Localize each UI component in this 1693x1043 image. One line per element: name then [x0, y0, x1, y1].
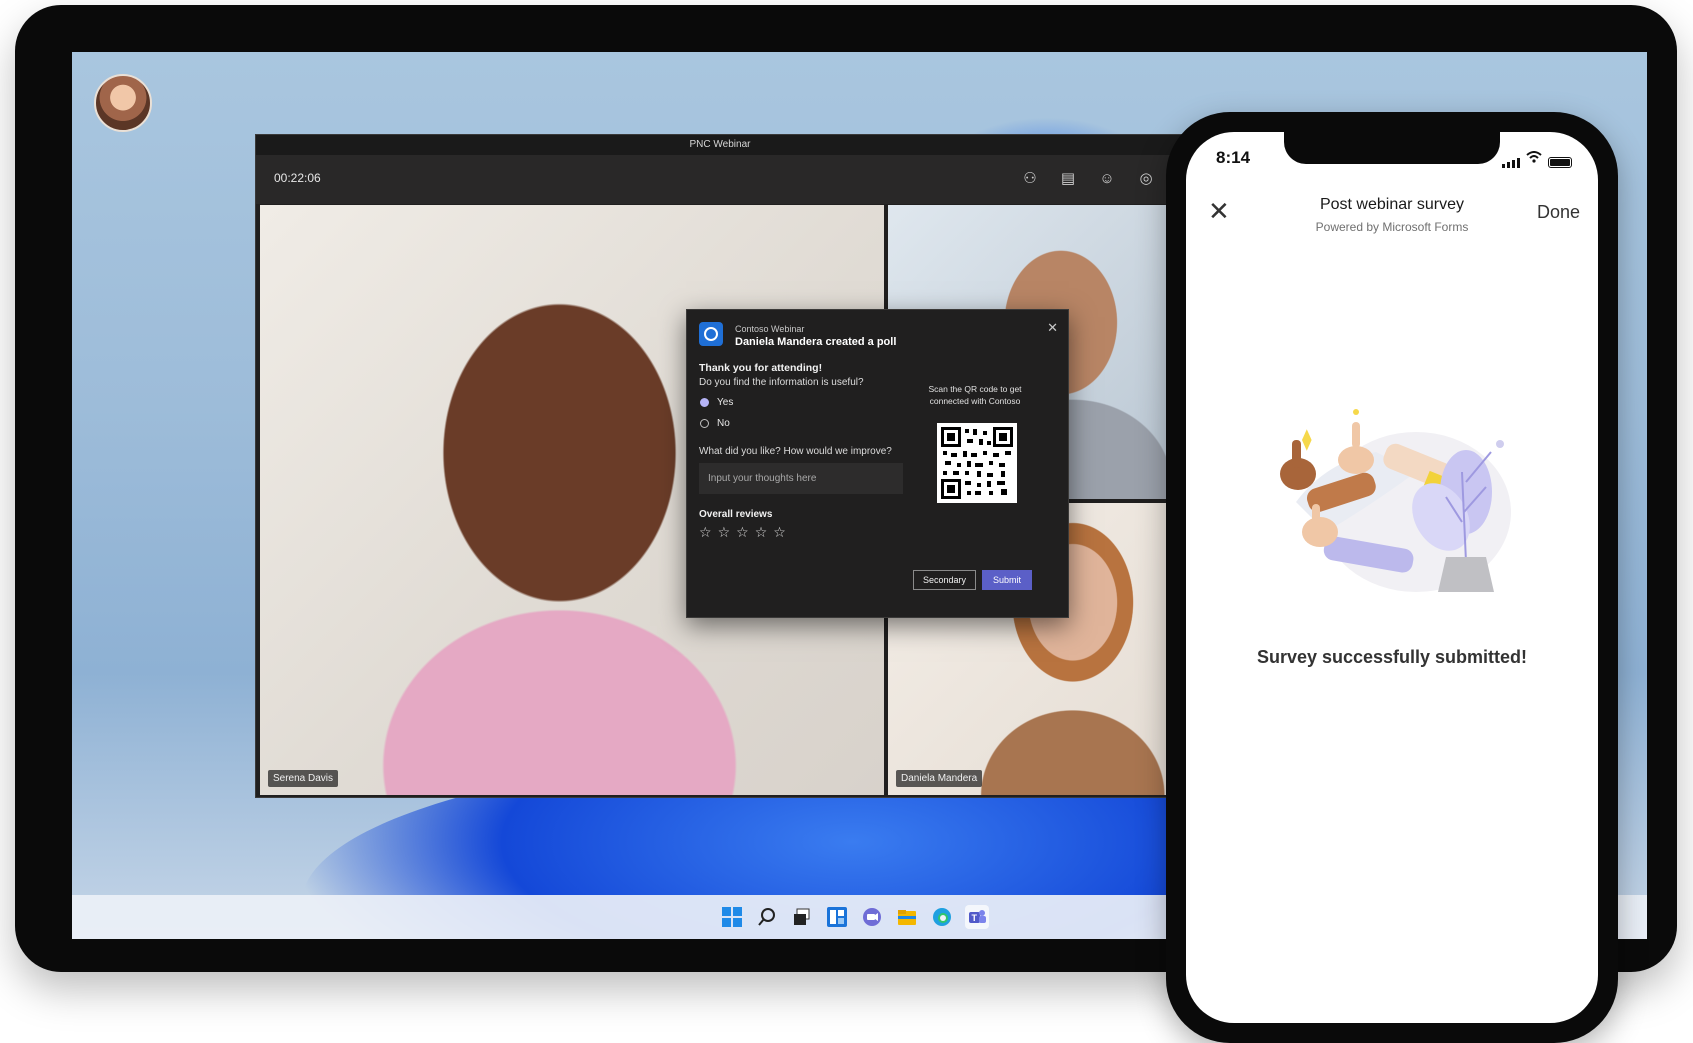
success-message: Survey successfully submitted! — [1256, 647, 1528, 667]
reviews-label: Overall reviews — [699, 509, 773, 520]
poll-option-yes[interactable]: Yes — [700, 397, 733, 408]
close-icon[interactable]: ✕ — [1047, 320, 1058, 336]
star-icon[interactable]: ☆ — [718, 524, 731, 541]
star-rating[interactable]: ☆ ☆ ☆ ☆ ☆ — [699, 524, 786, 541]
windows-start-icon[interactable] — [720, 905, 744, 929]
window-title: PNC Webinar — [256, 135, 1184, 155]
task-view-icon[interactable] — [790, 905, 814, 929]
poll-creator: Daniela Mandera created a poll — [735, 336, 897, 348]
radio-selected-icon[interactable] — [700, 398, 709, 407]
feedback-input[interactable] — [699, 463, 903, 494]
wifi-icon — [1526, 150, 1542, 168]
record-icon[interactable]: ◎ — [1135, 168, 1157, 190]
user-avatar[interactable] — [94, 74, 152, 132]
meeting-window: PNC Webinar 00:22:06 ⚇ ▤ ☺ ◎ ⋯ Serena Da… — [255, 134, 1186, 798]
search-icon[interactable] — [755, 905, 779, 929]
star-icon[interactable]: ☆ — [755, 524, 768, 541]
poll-app-name: Contoso Webinar — [735, 324, 805, 334]
signal-icon — [1502, 158, 1520, 168]
contoso-logo-icon — [699, 322, 723, 346]
star-icon[interactable]: ☆ — [699, 524, 712, 541]
qr-caption: Scan the QR code to get connected with C… — [928, 384, 1022, 406]
teams-chat-icon[interactable] — [860, 905, 884, 929]
secondary-button[interactable]: Secondary — [913, 570, 976, 590]
star-icon[interactable]: ☆ — [736, 524, 749, 541]
participant-name-tag: Daniela Mandera — [896, 770, 983, 787]
phone-device: 8:14 ✕ Post webinar survey Powered by Mi… — [1166, 112, 1618, 1043]
meeting-timer: 00:22:06 — [274, 171, 321, 185]
poll-question-1: Do you find the information is useful? — [699, 377, 864, 388]
poll-question-2: What did you like? How would we improve? — [699, 446, 892, 457]
star-icon[interactable]: ☆ — [773, 524, 786, 541]
poll-dialog: Contoso Webinar Daniela Mandera created … — [686, 309, 1069, 618]
phone-screen: 8:14 ✕ Post webinar survey Powered by Mi… — [1186, 132, 1598, 1023]
done-button[interactable]: Done — [1537, 202, 1580, 223]
radio-icon[interactable] — [700, 419, 709, 428]
thumbs-up-illustration — [1266, 392, 1526, 622]
react-icon[interactable]: ☺ — [1096, 168, 1118, 190]
people-icon[interactable]: ⚇ — [1019, 168, 1041, 190]
meeting-toolbar: 00:22:06 ⚇ ▤ ☺ ◎ ⋯ — [256, 155, 1185, 204]
poll-option-no[interactable]: No — [700, 418, 730, 429]
status-time: 8:14 — [1216, 148, 1251, 167]
edge-icon[interactable] — [930, 905, 954, 929]
svg-text:T: T — [972, 913, 978, 923]
widgets-icon[interactable] — [825, 905, 849, 929]
battery-icon — [1548, 157, 1572, 168]
submit-button[interactable]: Submit — [982, 570, 1032, 590]
file-explorer-icon[interactable] — [895, 905, 919, 929]
teams-icon[interactable]: T — [965, 905, 989, 929]
poll-option-label: No — [717, 418, 730, 429]
phone-notch — [1284, 132, 1500, 164]
poll-heading: Thank you for attending! — [699, 362, 823, 374]
status-icons — [1502, 150, 1572, 168]
chat-icon[interactable]: ▤ — [1057, 168, 1079, 190]
poll-option-label: Yes — [717, 397, 734, 408]
participant-name-tag: Serena Davis — [268, 770, 339, 787]
qr-code-icon — [937, 423, 1017, 503]
